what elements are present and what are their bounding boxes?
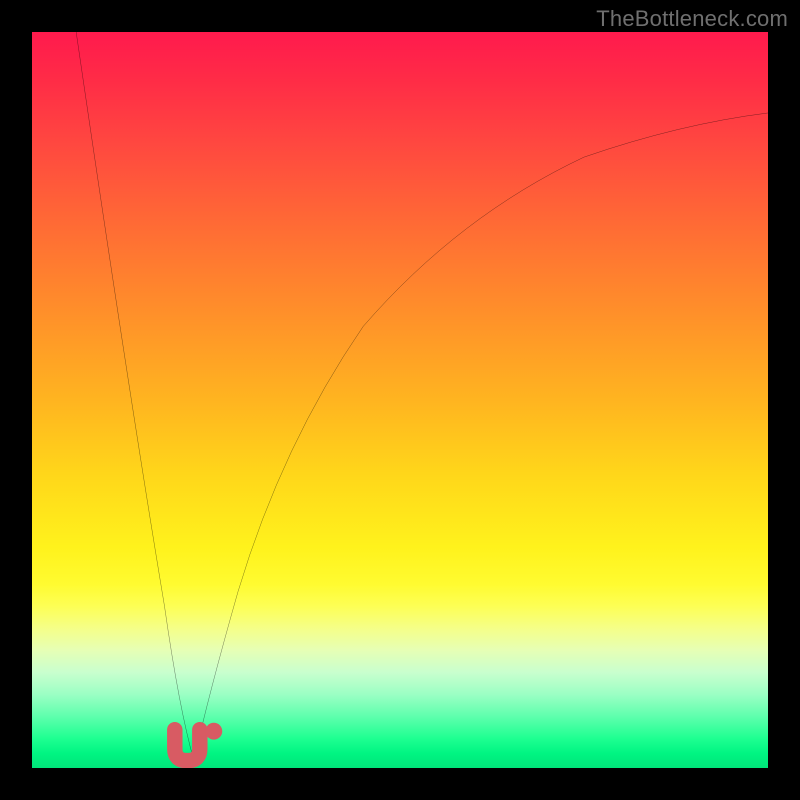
plot-area — [32, 32, 768, 768]
chart-frame: TheBottleneck.com — [0, 0, 800, 800]
curve-overlay — [32, 32, 768, 768]
curve-right — [194, 113, 768, 761]
marker-dot — [205, 723, 222, 740]
watermark-text: TheBottleneck.com — [596, 6, 788, 32]
curve-left — [76, 32, 194, 761]
